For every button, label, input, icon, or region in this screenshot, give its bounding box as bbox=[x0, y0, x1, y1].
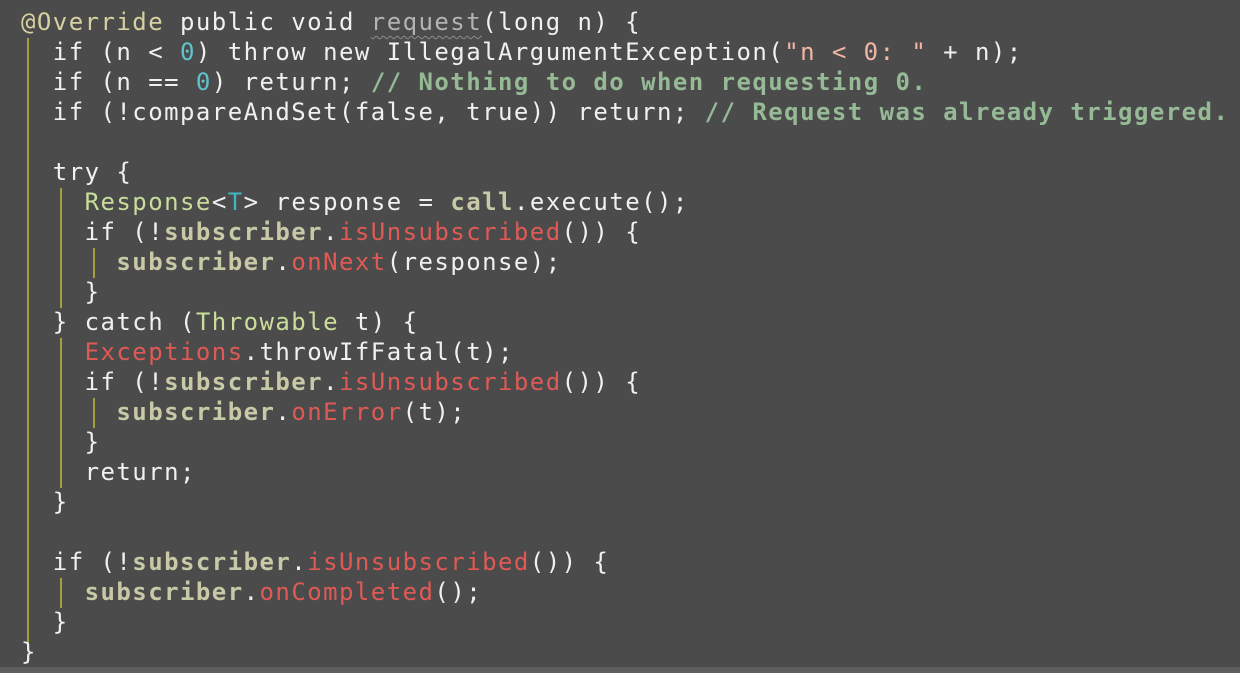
code-area[interactable]: @Override public void request(long n) { … bbox=[21, 7, 1229, 667]
code-token: ()) { bbox=[529, 548, 610, 576]
code-line[interactable]: if (n == 0) return; // Nothing to do whe… bbox=[21, 67, 1229, 97]
code-token: "n < 0: " bbox=[784, 38, 928, 66]
code-line[interactable]: if (!subscriber.isUnsubscribed()) { bbox=[21, 547, 1229, 577]
code-token: .execute(); bbox=[513, 188, 689, 216]
code-token: if (n < bbox=[21, 38, 180, 66]
code-token: < bbox=[211, 188, 228, 216]
code-line[interactable] bbox=[21, 517, 1229, 547]
code-token: // Nothing to do when requesting 0. bbox=[370, 68, 928, 96]
code-line[interactable]: if (!subscriber.isUnsubscribed()) { bbox=[21, 217, 1229, 247]
code-token: subscriber bbox=[116, 248, 276, 276]
code-token: @Override bbox=[21, 8, 165, 36]
code-token: subscriber bbox=[132, 548, 292, 576]
code-token: public void bbox=[164, 8, 371, 36]
code-editor[interactable]: @Override public void request(long n) { … bbox=[0, 0, 1240, 667]
code-token: t) { bbox=[339, 308, 419, 336]
code-line[interactable]: subscriber.onError(t); bbox=[21, 397, 1229, 427]
code-line[interactable]: if (!subscriber.isUnsubscribed()) { bbox=[21, 367, 1229, 397]
code-token: onCompleted bbox=[259, 578, 435, 606]
code-token: try { bbox=[21, 158, 133, 186]
code-token: ) return; bbox=[211, 68, 371, 96]
code-line[interactable]: } catch (Throwable t) { bbox=[21, 307, 1229, 337]
code-token: . bbox=[323, 218, 339, 246]
code-line[interactable]: Exceptions.throwIfFatal(t); bbox=[21, 337, 1229, 367]
code-token: Response bbox=[84, 188, 212, 216]
bottom-scroll-strip bbox=[0, 667, 1240, 673]
code-token: if (! bbox=[21, 548, 133, 576]
code-token: . bbox=[275, 398, 292, 426]
code-token: ()) { bbox=[561, 368, 642, 396]
code-token: . bbox=[243, 578, 260, 606]
code-token: } bbox=[21, 608, 69, 636]
code-token: Exceptions bbox=[84, 338, 244, 366]
code-token: } bbox=[21, 488, 69, 516]
code-token: } bbox=[21, 638, 37, 666]
code-token: (); bbox=[434, 578, 483, 606]
code-token: if (n == bbox=[21, 68, 196, 96]
code-line[interactable]: @Override public void request(long n) { bbox=[21, 7, 1229, 37]
code-line[interactable]: } bbox=[21, 277, 1229, 307]
code-token: ()) { bbox=[561, 218, 642, 246]
code-token: subscriber bbox=[84, 578, 244, 606]
code-token: onError bbox=[291, 398, 403, 426]
code-token: return; bbox=[21, 458, 196, 486]
code-token: // Request was already triggered. bbox=[704, 98, 1230, 126]
code-token: 0 bbox=[195, 68, 212, 96]
code-line[interactable]: } bbox=[21, 427, 1229, 457]
code-line[interactable]: Response<T> response = call.execute(); bbox=[21, 187, 1229, 217]
code-token: onNext bbox=[291, 248, 387, 276]
code-token: (t); bbox=[402, 398, 467, 426]
code-token: if (! bbox=[21, 218, 165, 246]
code-token: } bbox=[21, 428, 101, 456]
code-line[interactable] bbox=[21, 127, 1229, 157]
code-token: isUnsubscribed bbox=[307, 548, 530, 576]
code-token: 0 bbox=[180, 38, 196, 66]
code-token: if (!compareAndSet(false, true)) return; bbox=[21, 98, 705, 126]
code-token: if (! bbox=[21, 368, 165, 396]
code-token: + n); bbox=[927, 38, 1023, 66]
code-line[interactable]: if (n < 0) throw new IllegalArgumentExce… bbox=[21, 37, 1229, 67]
code-token: (response); bbox=[386, 248, 562, 276]
code-line[interactable]: subscriber.onCompleted(); bbox=[21, 577, 1229, 607]
code-token: (long n) { bbox=[482, 8, 642, 36]
code-token: Throwable bbox=[195, 308, 339, 336]
code-token: call bbox=[450, 188, 514, 216]
code-token: isUnsubscribed bbox=[339, 368, 562, 396]
code-line[interactable]: try { bbox=[21, 157, 1229, 187]
code-token: > response = bbox=[243, 188, 451, 216]
code-token: subscriber bbox=[164, 218, 324, 246]
code-token: ) throw new IllegalArgumentException( bbox=[195, 38, 785, 66]
code-token: } bbox=[21, 278, 101, 306]
code-token: subscriber bbox=[164, 368, 324, 396]
code-token: .throwIfFatal(t); bbox=[243, 338, 514, 366]
code-token: . bbox=[323, 368, 339, 396]
code-line[interactable]: return; bbox=[21, 457, 1229, 487]
code-line[interactable]: } bbox=[21, 637, 1229, 667]
code-token: request bbox=[370, 8, 483, 36]
code-line[interactable]: if (!compareAndSet(false, true)) return;… bbox=[21, 97, 1229, 127]
code-token: subscriber bbox=[116, 398, 276, 426]
code-token: . bbox=[291, 548, 308, 576]
code-token: isUnsubscribed bbox=[339, 218, 562, 246]
code-line[interactable]: } bbox=[21, 607, 1229, 637]
code-token: } catch ( bbox=[21, 308, 196, 336]
code-token: T bbox=[227, 188, 244, 216]
code-line[interactable]: subscriber.onNext(response); bbox=[21, 247, 1229, 277]
code-line[interactable]: } bbox=[21, 487, 1229, 517]
code-token: . bbox=[275, 248, 292, 276]
